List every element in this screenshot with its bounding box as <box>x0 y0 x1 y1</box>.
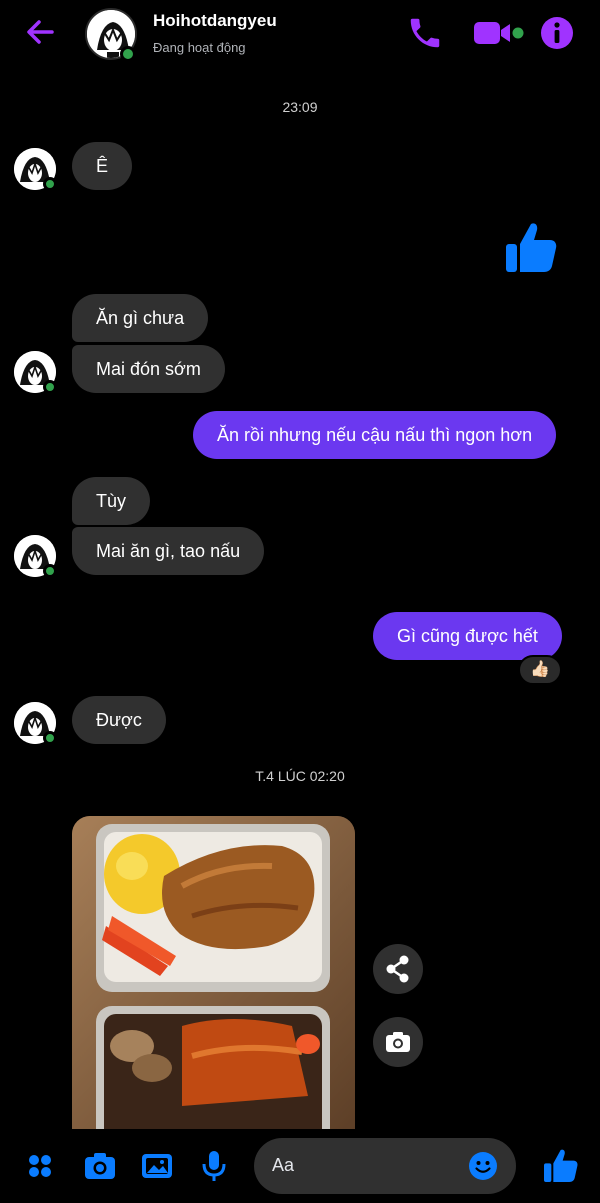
online-indicator <box>43 564 57 578</box>
composer-camera-button[interactable] <box>82 1148 118 1184</box>
emoji-button[interactable] <box>468 1151 498 1181</box>
incoming-message[interactable]: Ăn gì chưa <box>72 294 209 342</box>
apps-button[interactable] <box>22 1148 58 1184</box>
timestamp: 23:09 <box>282 99 318 115</box>
message-composer: Aa <box>0 1130 600 1203</box>
message-input-placeholder: Aa <box>272 1155 295 1175</box>
info-icon <box>541 17 573 49</box>
back-arrow-icon <box>27 20 54 44</box>
online-indicator <box>120 46 136 62</box>
info-button[interactable] <box>538 14 576 52</box>
outgoing-message[interactable]: Gì cũng được hết <box>373 612 562 660</box>
camera-button[interactable] <box>373 1017 423 1067</box>
gallery-button[interactable] <box>139 1148 175 1184</box>
contact-name[interactable]: Hoihotdangyeu <box>153 11 277 31</box>
incoming-message[interactable]: Mai ăn gì, tao nấu <box>72 527 265 575</box>
call-button[interactable] <box>406 14 444 52</box>
share-button[interactable] <box>373 944 423 994</box>
contact-status: Đang hoạt động <box>153 40 246 55</box>
voice-message-button[interactable] <box>196 1148 232 1184</box>
thumbs-up-icon <box>544 1149 578 1182</box>
online-indicator <box>43 380 57 394</box>
message-reaction[interactable]: 👍🏻 <box>518 655 562 685</box>
incoming-message[interactable]: Mai đón sớm <box>72 345 225 393</box>
video-call-button[interactable] <box>470 14 528 52</box>
timestamp: T.4 LÚC 02:20 <box>255 768 345 784</box>
chat-header: Hoihotdangyeu Đang hoạt động <box>0 0 600 66</box>
online-indicator <box>43 731 57 745</box>
camera-icon <box>85 1153 115 1179</box>
message-input[interactable]: Aa <box>254 1138 516 1194</box>
phone-icon <box>410 18 440 48</box>
smiley-icon <box>469 1152 497 1180</box>
incoming-message[interactable]: Ê <box>72 142 133 190</box>
outgoing-message[interactable]: Ăn rồi nhưng nếu cậu nấu thì ngon hơn <box>193 411 557 459</box>
image-icon <box>142 1154 172 1178</box>
share-icon <box>386 955 409 983</box>
video-camera-icon <box>474 22 524 44</box>
shared-photo[interactable] <box>72 816 355 1129</box>
thumbs-up-icon <box>506 223 557 272</box>
like-button[interactable] <box>540 1146 580 1186</box>
back-button[interactable] <box>22 14 62 50</box>
camera-icon <box>386 1032 410 1052</box>
online-indicator <box>43 177 57 191</box>
incoming-message[interactable]: Tùy <box>72 477 151 525</box>
microphone-icon <box>202 1151 226 1181</box>
sent-like-sticker[interactable] <box>500 218 560 278</box>
four-dots-icon <box>29 1155 51 1177</box>
incoming-message[interactable]: Được <box>72 696 166 744</box>
